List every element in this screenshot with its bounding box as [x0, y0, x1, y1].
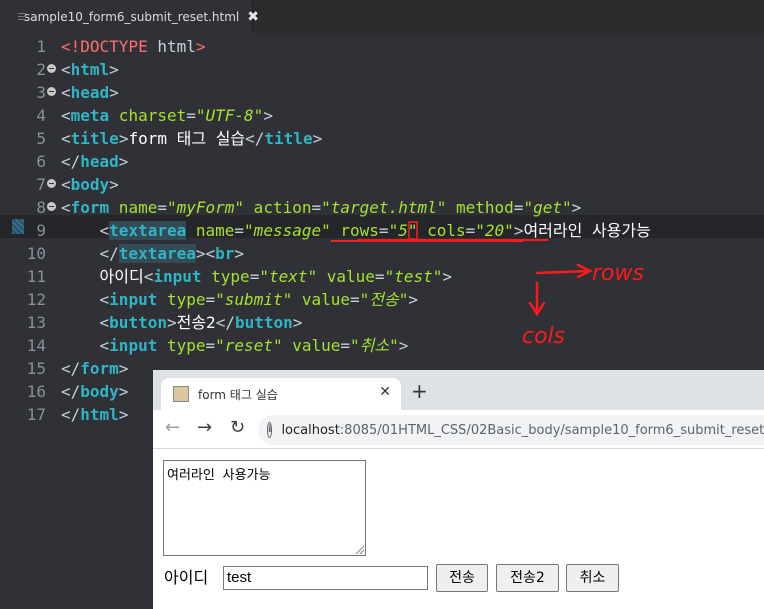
close-tab-icon[interactable]: ✕ — [379, 384, 391, 400]
button-2[interactable]: 전송2 — [496, 564, 559, 592]
reset-button[interactable]: 취소 — [566, 564, 619, 592]
browser-tab-title: form 태그 실습 — [198, 387, 278, 402]
url-path: :8085/01HTML_CSS/02Basic_body/sample10_f… — [339, 422, 764, 438]
editor-tab[interactable]: sample10_form6_submit_reset.html ✖ — [0, 0, 259, 33]
cursor-mark — [408, 221, 418, 240]
id-label: 아이디 — [164, 568, 209, 587]
address-bar[interactable]: i localhost:8085/01HTML_CSS/02Basic_body… — [258, 415, 764, 445]
browser-window: form 태그 실습 ✕ + ← → ↻ i localhost:8085/01… — [153, 370, 764, 609]
cols-arrow — [528, 281, 546, 317]
browser-tab-strip: form 태그 실습 ✕ + — [153, 370, 764, 410]
rows-arrow — [535, 263, 593, 279]
rows-annotation: rows — [592, 261, 644, 286]
browser-toolbar: ← → ↻ i localhost:8085/01HTML_CSS/02Basi… — [153, 410, 764, 449]
cols-annotation: cols — [522, 324, 565, 349]
forward-arrow-icon[interactable]: → — [197, 419, 212, 437]
message-textarea[interactable]: 여러라인 사용가능 — [163, 460, 366, 556]
url-text: localhost:8085/01HTML_CSS/02Basic_body/s… — [281, 423, 764, 438]
new-tab-button[interactable]: + — [411, 381, 428, 401]
back-arrow-icon[interactable]: ← — [165, 419, 180, 437]
browser-tab[interactable]: form 태그 실습 ✕ — [161, 378, 401, 410]
url-host: localhost — [281, 422, 340, 438]
info-icon[interactable]: i — [267, 422, 273, 438]
editor-tab-bar: sample10_form6_submit_reset.html ✖ — [0, 0, 764, 34]
submit-button[interactable]: 전송 — [436, 564, 488, 592]
reload-icon[interactable]: ↻ — [230, 419, 245, 437]
page-content: 여러라인 사용가능 아이디 test 전송 전송2 취소 — [153, 449, 764, 609]
page-favicon-icon — [173, 386, 189, 402]
editor-tab-title: sample10_form6_submit_reset.html — [24, 9, 240, 24]
close-icon[interactable]: ✖ — [247, 9, 259, 25]
id-input[interactable]: test — [223, 566, 428, 590]
resize-handle-icon[interactable] — [356, 546, 364, 554]
textarea-text: 여러라인 사용가능 — [167, 468, 271, 483]
